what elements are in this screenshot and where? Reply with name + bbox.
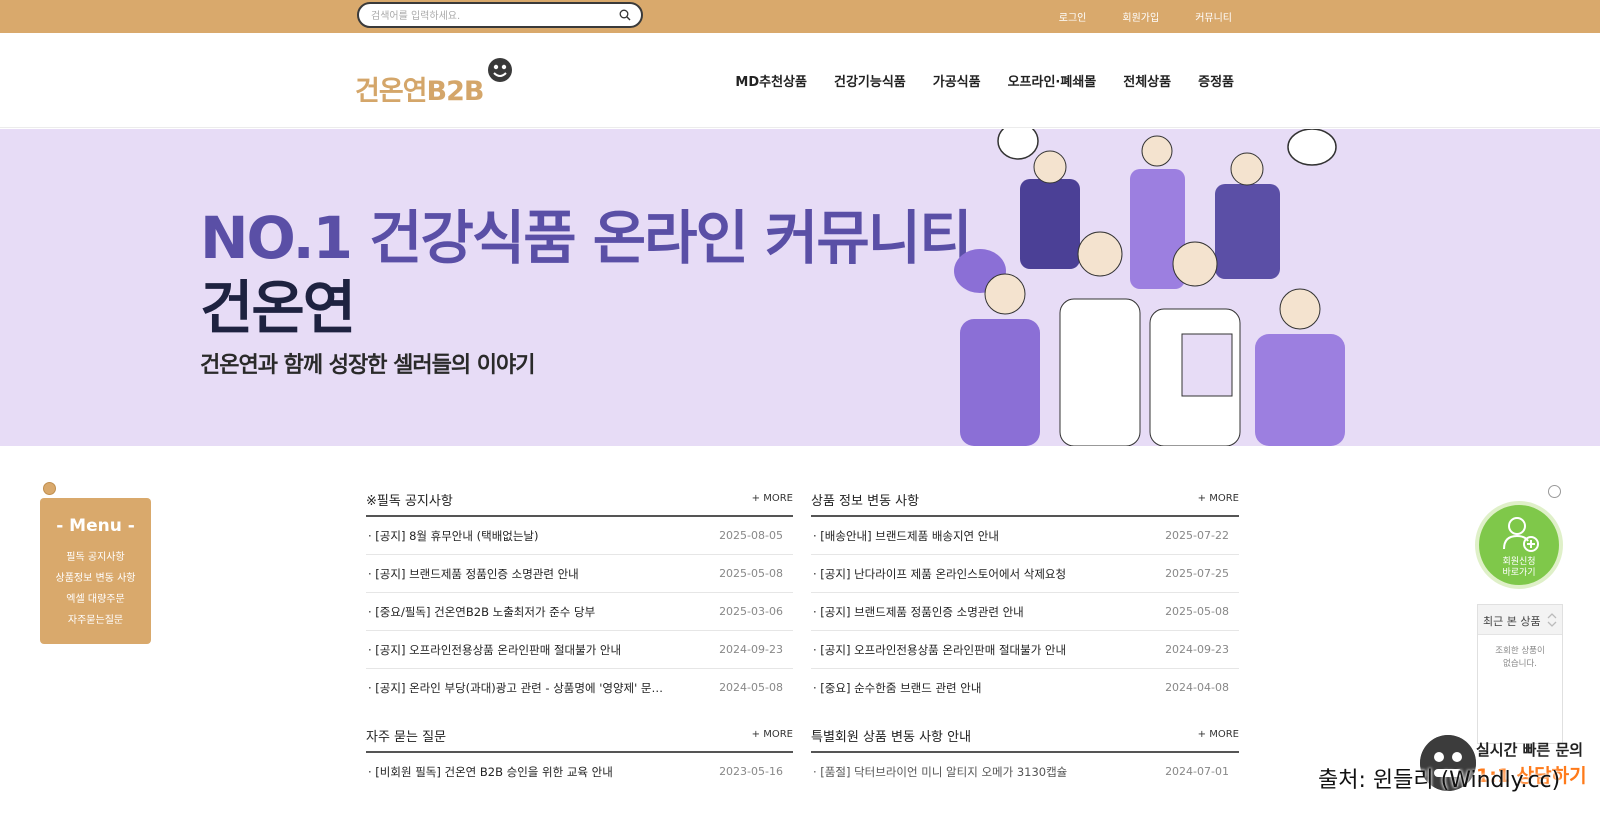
list-item[interactable]: · [품절] 닥터브라이언 미니 알티지 오메가 3130캡슐 2024-07-0…	[811, 753, 1239, 791]
list-item[interactable]: · [비회원 필독] 건온연 B2B 승인을 위한 교육 안내 2023-05-1…	[366, 753, 793, 791]
close-menu-button[interactable]	[43, 482, 56, 495]
signup-label-1: 회원신청	[1502, 557, 1536, 567]
signup-quick-button[interactable]: 회원신청 바로가기	[1475, 501, 1563, 589]
nav-offline-closed[interactable]: 오프라인·폐쇄몰	[1008, 71, 1097, 90]
product-change-board: 상품 정보 변동 사항 + MORE · [배송안내] 브랜드제품 배송지연 안…	[811, 485, 1239, 707]
list-item[interactable]: · [배송안내] 브랜드제품 배송지연 안내 2025-07-22	[811, 517, 1239, 555]
recent-empty-1: 조회한 상품이	[1495, 646, 1545, 656]
board-title: 상품 정보 변동 사항	[811, 494, 920, 509]
faq-board: 자주 묻는 질문 + MORE · [비회원 필독] 건온연 B2B 승인을 위…	[366, 721, 793, 791]
recent-products-panel: 최근 본 상품 조회한 상품이 없습니다.	[1477, 604, 1563, 744]
main-nav: MD추천상품 건강기능식품 가공식품 오프라인·폐쇄몰 전체상품 증정품	[735, 33, 1234, 128]
search-input[interactable]	[371, 7, 611, 25]
list-item[interactable]: · [중요/필독] 건온연B2B 노출최저가 준수 당부 2025-03-06	[366, 593, 793, 631]
board-title: 특별회원 상품 변동 사항 안내	[811, 730, 972, 745]
site-logo[interactable]: 건온연B2B	[355, 57, 515, 113]
menu-item-product-change[interactable]: 상품정보 변동 사항	[40, 568, 151, 589]
search-box	[357, 2, 643, 28]
banner-brand: 건온연	[200, 274, 356, 342]
board-title: 자주 묻는 질문	[366, 730, 447, 745]
chat-label-1: 실시간 빠른 문의	[1476, 741, 1584, 759]
nav-all-products[interactable]: 전체상품	[1123, 71, 1171, 90]
list-item[interactable]: · [공지] 온라인 부당(과대)광고 관련 - 상품명에 '영양제' 문구… 2…	[366, 669, 793, 707]
more-link[interactable]: + MORE	[1198, 493, 1239, 504]
more-link[interactable]: + MORE	[752, 729, 793, 740]
nav-md-recommend[interactable]: MD추천상품	[735, 71, 807, 90]
recent-title: 최근 본 상품	[1483, 615, 1541, 628]
list-item[interactable]: · [공지] 브랜드제품 정품인증 소명관련 안내 2025-05-08	[366, 555, 793, 593]
nav-processed-food[interactable]: 가공식품	[933, 71, 981, 90]
search-icon[interactable]	[619, 9, 631, 21]
floating-menu: - Menu - 필독 공지사항 상품정보 변동 사항 엑셀 대량주문 자주묻는…	[40, 498, 151, 644]
list-item[interactable]: · [공지] 난다라이프 제품 온라인스토어에서 삭제요청 2025-07-25	[811, 555, 1239, 593]
top-bar: 로그인 회원가입 커뮤니티	[0, 0, 1600, 33]
more-link[interactable]: + MORE	[1198, 729, 1239, 740]
add-user-icon	[1503, 517, 1539, 552]
recent-empty-2: 없습니다.	[1503, 659, 1537, 669]
notice-board: ※필독 공지사항 + MORE · [공지] 8월 휴무안내 (택배없는날) 20…	[366, 485, 793, 707]
scroll-arrows-icon[interactable]	[1546, 612, 1558, 628]
menu-item-notice[interactable]: 필독 공지사항	[40, 547, 151, 568]
smile-face-icon	[488, 58, 512, 82]
signup-link[interactable]: 회원가입	[1122, 9, 1159, 24]
menu-item-excel-order[interactable]: 엑셀 대량주문	[40, 589, 151, 610]
community-link[interactable]: 커뮤니티	[1195, 9, 1232, 24]
header: 건온연B2B MD추천상품 건강기능식품 가공식품 오프라인·폐쇄몰 전체상품 …	[0, 33, 1600, 128]
logo-text: 건온연B2B	[355, 76, 484, 107]
list-item[interactable]: · [공지] 오프라인전용상품 온라인판매 절대불가 안내 2024-09-23	[366, 631, 793, 669]
login-link[interactable]: 로그인	[1059, 9, 1087, 24]
more-link[interactable]: + MORE	[752, 493, 793, 504]
source-caption: 출처: 윈들리 (Windly.cc)	[1318, 768, 1561, 793]
people-illustration	[954, 129, 1345, 446]
special-member-board: 특별회원 상품 변동 사항 안내 + MORE · [품절] 닥터브라이언 미니…	[811, 721, 1239, 791]
hero-banner[interactable]: NO.1 건강식품 온라인 커뮤니티 건온연 건온연과 함께 성장한 셀러들의 …	[0, 129, 1600, 446]
signup-label-2: 바로가기	[1502, 568, 1536, 578]
close-signup-button[interactable]	[1548, 485, 1561, 498]
list-item[interactable]: · [중요] 순수한줌 브랜드 관련 안내 2024-04-08	[811, 669, 1239, 707]
list-item[interactable]: · [공지] 8월 휴무안내 (택배없는날) 2025-08-05	[366, 517, 793, 555]
list-item[interactable]: · [공지] 브랜드제품 정품인증 소명관련 안내 2025-05-08	[811, 593, 1239, 631]
floating-menu-title: - Menu -	[56, 516, 135, 536]
list-item[interactable]: · [공지] 오프라인전용상품 온라인판매 절대불가 안내 2024-09-23	[811, 631, 1239, 669]
top-links: 로그인 회원가입 커뮤니티	[1059, 0, 1232, 33]
menu-item-faq[interactable]: 자주묻는질문	[40, 610, 151, 631]
nav-health-food[interactable]: 건강기능식품	[834, 71, 906, 90]
board-title: ※필독 공지사항	[366, 494, 453, 509]
banner-subtitle: 건온연과 함께 성장한 셀러들의 이야기	[200, 353, 535, 378]
nav-gifts[interactable]: 증정품	[1198, 71, 1234, 90]
